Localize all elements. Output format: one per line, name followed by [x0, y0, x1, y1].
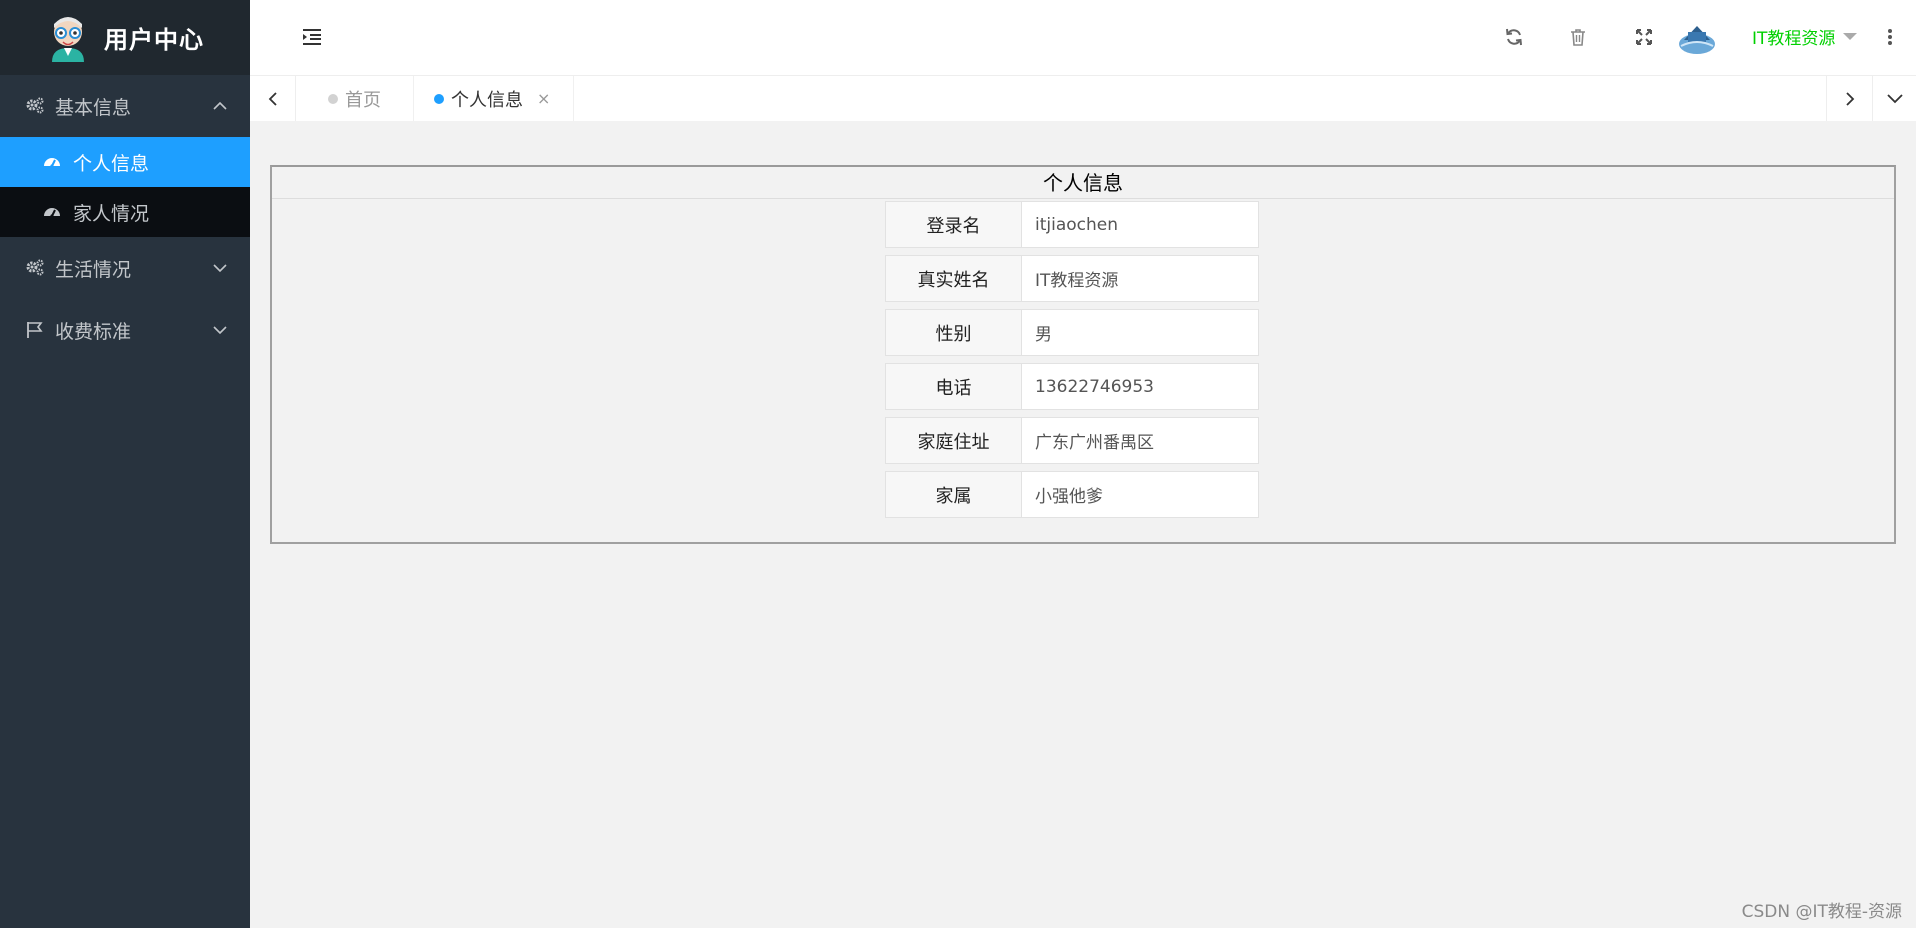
chevron-up-icon — [212, 98, 228, 114]
user-menu[interactable]: IT教程资源 — [1752, 24, 1858, 49]
tab-label: 首页 — [345, 89, 381, 111]
info-key: 性别 — [885, 309, 1021, 356]
gears-icon — [25, 258, 45, 278]
user-avatar[interactable] — [1678, 18, 1716, 56]
top-header: IT教程资源 — [250, 0, 1916, 75]
tab-label: 个人信息 — [451, 89, 523, 111]
user-name: IT教程资源 — [1752, 29, 1836, 49]
logo[interactable]: 用户中心 — [0, 0, 250, 75]
dashboard-icon — [43, 203, 61, 221]
gears-icon — [25, 96, 45, 116]
sidebar-group-basic-info[interactable]: 基本信息 — [0, 75, 250, 137]
tab-personal-info[interactable]: 个人信息 × — [414, 76, 574, 121]
info-value: IT教程资源 — [1021, 255, 1259, 302]
tab-scroll-left[interactable] — [250, 76, 296, 121]
panel-title: 个人信息 — [272, 167, 1894, 199]
sidebar-submenu-basic-info: 个人信息 家人情况 — [0, 137, 250, 237]
tab-bar: 首页 个人信息 × — [250, 75, 1916, 121]
chevron-down-icon — [1886, 93, 1903, 103]
chevron-down-icon — [212, 322, 228, 338]
tab-options[interactable] — [1872, 76, 1916, 121]
tab-scroll-right[interactable] — [1826, 76, 1872, 121]
logo-avatar-icon — [52, 16, 84, 62]
info-row: 家属 小强他爹 — [885, 471, 1259, 518]
info-value: itjiaochen — [1021, 201, 1259, 248]
sidebar-item-family[interactable]: 家人情况 — [0, 187, 250, 237]
close-icon[interactable]: × — [537, 89, 550, 108]
info-value: 13622746953 — [1021, 363, 1259, 410]
info-row: 电话 13622746953 — [885, 363, 1259, 410]
menu-toggle-icon[interactable] — [302, 28, 322, 46]
refresh-icon[interactable] — [1504, 27, 1524, 47]
more-vertical-icon[interactable] — [1886, 27, 1894, 47]
sidebar-group-label: 基本信息 — [55, 96, 132, 119]
watermark: CSDN @IT教程-资源 — [1741, 902, 1902, 922]
sidebar: 用户中心 基本信息 个人信息 家人情况 生活情况 收费标准 — [0, 0, 250, 928]
info-key: 登录名 — [885, 201, 1021, 248]
info-row: 登录名 itjiaochen — [885, 201, 1259, 248]
sidebar-group-fees[interactable]: 收费标准 — [0, 299, 250, 361]
sidebar-item-label: 家人情况 — [73, 202, 150, 225]
info-value: 广东广州番禺区 — [1021, 417, 1259, 464]
sidebar-group-label: 收费标准 — [55, 320, 132, 343]
tab-dot — [434, 93, 444, 104]
info-value: 男 — [1021, 309, 1259, 356]
info-row: 家庭住址 广东广州番禺区 — [885, 417, 1259, 464]
sidebar-item-personal-info[interactable]: 个人信息 — [0, 137, 250, 187]
tab-home[interactable]: 首页 — [296, 76, 414, 121]
sidebar-group-label: 生活情况 — [55, 258, 132, 281]
tab-dot — [328, 93, 338, 104]
app-title: 用户中心 — [104, 26, 204, 54]
chevron-down-icon — [212, 260, 228, 276]
info-row: 真实姓名 IT教程资源 — [885, 255, 1259, 302]
caret-down-icon — [1843, 33, 1858, 40]
dashboard-icon — [43, 153, 61, 171]
personal-info-panel: 个人信息 登录名 itjiaochen 真实姓名 IT教程资源 性别 男 电话 … — [270, 165, 1896, 544]
sidebar-group-life[interactable]: 生活情况 — [0, 237, 250, 299]
trash-icon[interactable] — [1568, 27, 1588, 47]
sidebar-item-label: 个人信息 — [73, 152, 150, 175]
info-key: 电话 — [885, 363, 1021, 410]
info-value: 小强他爹 — [1021, 471, 1259, 518]
info-key: 家庭住址 — [885, 417, 1021, 464]
info-key: 家属 — [885, 471, 1021, 518]
info-table: 登录名 itjiaochen 真实姓名 IT教程资源 性别 男 电话 13622… — [885, 201, 1259, 525]
chevron-right-icon — [1845, 91, 1854, 106]
info-row: 性别 男 — [885, 309, 1259, 356]
flag-icon — [25, 320, 45, 340]
chevron-left-icon — [268, 91, 277, 106]
fullscreen-icon[interactable] — [1634, 27, 1654, 47]
info-key: 真实姓名 — [885, 255, 1021, 302]
